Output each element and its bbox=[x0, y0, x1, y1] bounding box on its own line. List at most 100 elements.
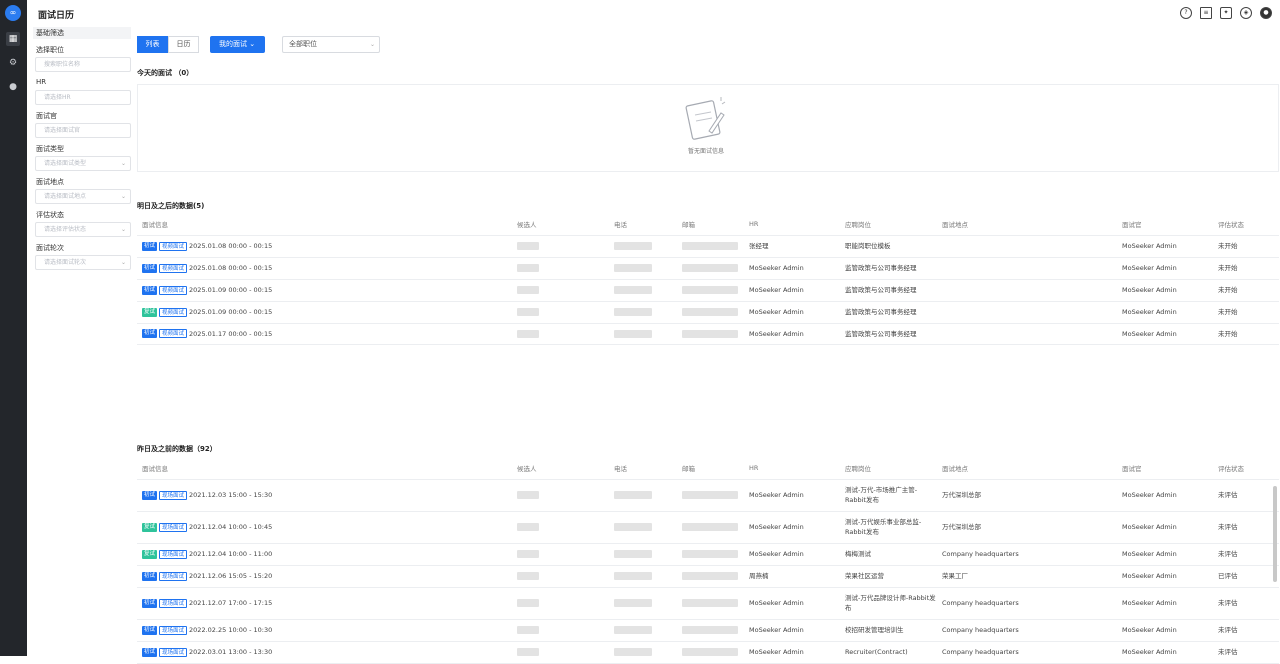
job-cell: 监管政策与公司事务经理 bbox=[840, 323, 937, 345]
filter-select[interactable]: 请选择面试地点 ⌄ bbox=[35, 189, 131, 204]
interview-time: 2025.01.09 00:00 - 00:15 bbox=[189, 308, 273, 316]
filter-input[interactable]: 请选择HR bbox=[35, 90, 131, 105]
table-row[interactable]: 初试 视频面试 2025.01.08 00:00 - 00:15 张经理 职能岗职位模板… bbox=[137, 235, 1279, 258]
location-cell: Company headquarters bbox=[937, 641, 1117, 664]
interviewer-cell: MoSeeker Admin bbox=[1117, 619, 1213, 642]
column-header: 电话 bbox=[609, 458, 677, 480]
tab-calendar-view[interactable]: 日历 bbox=[168, 36, 199, 53]
filter-label: 面试轮次 bbox=[36, 244, 64, 252]
interview-info-cell: 初试 现场面试 2021.12.07 17:00 - 17:15 bbox=[137, 587, 512, 620]
table-row[interactable]: 复试 现场面试 2021.12.04 10:00 - 10:45 MoSeeker A… bbox=[137, 511, 1279, 544]
column-header: 电话 bbox=[609, 214, 677, 236]
logo-icon[interactable]: ∞ bbox=[5, 5, 21, 21]
filter-input[interactable]: 搜索职位名称 bbox=[35, 57, 131, 72]
position-select[interactable]: 全部职位 ⌄ bbox=[282, 36, 380, 53]
table-row[interactable]: 初试 视频面试 2025.01.09 00:00 - 00:15 MoSeeker A… bbox=[137, 279, 1279, 302]
main-content: 列表 日历 我的面试 ⌄ 全部职位 ⌄ 今天的面试 （0） 暂无面试信息 明日及… bbox=[136, 27, 1280, 664]
account-icon[interactable]: ● bbox=[1260, 7, 1272, 19]
hr-cell: MoSeeker Admin bbox=[744, 641, 840, 664]
round-tag: 复试 bbox=[142, 522, 158, 532]
help-icon[interactable]: ? bbox=[1180, 7, 1192, 19]
redacted-candidate bbox=[517, 264, 539, 272]
location-cell: 荣果工厂 bbox=[937, 565, 1117, 588]
interview-info-cell: 初试 现场面试 2021.12.03 15:00 - 15:30 bbox=[137, 479, 512, 512]
column-header: 应聘岗位 bbox=[840, 214, 937, 236]
location-cell bbox=[937, 279, 1117, 302]
table-row[interactable]: 初试 现场面试 2022.03.01 13:00 - 13:30 MoSeeker A… bbox=[137, 641, 1279, 664]
table-row[interactable]: 初试 视频面试 2025.01.17 00:00 - 00:15 MoSeeker A… bbox=[137, 323, 1279, 345]
hr-cell: MoSeeker Admin bbox=[744, 301, 840, 324]
position-select-value: 全部职位 bbox=[289, 40, 317, 48]
redacted-email bbox=[682, 550, 738, 558]
top-bar: 面试日历 ? ≡ ✦ ◈ ● bbox=[27, 0, 1280, 27]
status-cell: 未开始 bbox=[1213, 301, 1279, 324]
document-icon[interactable]: ≡ bbox=[1200, 7, 1212, 19]
location-cell: Company headquarters bbox=[937, 619, 1117, 642]
email-cell bbox=[677, 479, 744, 512]
redacted-phone bbox=[614, 550, 652, 558]
round-tag: 初试 bbox=[142, 241, 158, 251]
filter-label: 评估状态 bbox=[36, 211, 64, 219]
interview-time: 2025.01.08 00:00 - 00:15 bbox=[189, 264, 273, 272]
interview-type-tag: 视频面试 bbox=[159, 263, 188, 273]
redacted-phone bbox=[614, 648, 652, 656]
interviewer-cell: MoSeeker Admin bbox=[1117, 641, 1213, 664]
user-icon[interactable]: ● bbox=[6, 80, 20, 94]
phone-cell bbox=[609, 323, 677, 345]
location-cell bbox=[937, 235, 1117, 258]
interview-info-cell: 初试 现场面试 2021.12.06 15:05 - 15:20 bbox=[137, 565, 512, 588]
status-cell: 未评估 bbox=[1213, 543, 1279, 566]
future-interviews-table: 面试信息 候选人 电话 邮箱 HR 应聘岗位 面试地点 面试官 评估状态 初试 视频面试 2025.0… bbox=[137, 214, 1279, 345]
status-cell: 未评估 bbox=[1213, 479, 1279, 512]
job-cell: Recruiter(Contract) bbox=[840, 641, 937, 664]
interview-time: 2021.12.07 17:00 - 17:15 bbox=[189, 599, 273, 607]
redacted-candidate bbox=[517, 286, 539, 294]
table-row[interactable]: 初试 现场面试 2021.12.03 15:00 - 15:30 MoSeeker A… bbox=[137, 479, 1279, 512]
calendar-icon[interactable]: ▦ bbox=[6, 32, 20, 46]
table-row[interactable]: 复试 视频面试 2025.01.09 00:00 - 00:15 MoSeeker A… bbox=[137, 301, 1279, 324]
interviewer-cell: MoSeeker Admin bbox=[1117, 511, 1213, 544]
filter-select[interactable]: 请选择面试轮次 ⌄ bbox=[35, 255, 131, 270]
scrollbar[interactable] bbox=[1273, 486, 1277, 582]
redacted-phone bbox=[614, 286, 652, 294]
candidate-cell bbox=[512, 323, 609, 345]
table-row[interactable]: 初试 视频面试 2025.01.08 00:00 - 00:15 MoSeeker A… bbox=[137, 257, 1279, 280]
filter-placeholder: 请选择面试官 bbox=[44, 127, 81, 134]
interview-type-tag: 现场面试 bbox=[159, 571, 188, 581]
table-row[interactable]: 初试 现场面试 2021.12.06 15:05 - 15:20 周燕楠 荣果社区运营荣… bbox=[137, 565, 1279, 588]
redacted-email bbox=[682, 523, 738, 531]
status-cell: 已评估 bbox=[1213, 565, 1279, 588]
interview-type-tag: 现场面试 bbox=[159, 522, 188, 532]
interview-time: 2021.12.06 15:05 - 15:20 bbox=[189, 572, 273, 580]
phone-cell bbox=[609, 257, 677, 280]
filter-select[interactable]: 请选择评估状态 ⌄ bbox=[35, 222, 131, 237]
interview-info-cell: 初试 视频面试 2025.01.08 00:00 - 00:15 bbox=[137, 257, 512, 280]
filter-input[interactable]: 请选择面试官 bbox=[35, 123, 131, 138]
my-interviews-dropdown[interactable]: 我的面试 ⌄ bbox=[210, 36, 265, 53]
table-row[interactable]: 初试 现场面试 2022.02.25 10:00 - 10:30 MoSeeker A… bbox=[137, 619, 1279, 642]
redacted-candidate bbox=[517, 523, 539, 531]
round-tag: 复试 bbox=[142, 549, 158, 559]
filter-label: HR bbox=[36, 78, 47, 86]
redacted-email bbox=[682, 572, 738, 580]
interview-type-tag: 现场面试 bbox=[159, 549, 188, 559]
round-tag: 初试 bbox=[142, 598, 158, 608]
table-row[interactable]: 初试 现场面试 2021.12.07 17:00 - 17:15 MoSeeker A… bbox=[137, 587, 1279, 620]
interview-info-cell: 复试 现场面试 2021.12.04 10:00 - 11:00 bbox=[137, 543, 512, 566]
tab-list-view[interactable]: 列表 bbox=[137, 36, 168, 53]
redacted-candidate bbox=[517, 626, 539, 634]
redacted-phone bbox=[614, 264, 652, 272]
interview-type-tag: 视频面试 bbox=[159, 329, 188, 338]
candidate-cell bbox=[512, 257, 609, 280]
filter-placeholder: 请选择HR bbox=[44, 94, 71, 101]
redacted-email bbox=[682, 242, 738, 250]
filter-select[interactable]: 请选择面试类型 ⌄ bbox=[35, 156, 131, 171]
hr-cell: MoSeeker Admin bbox=[744, 279, 840, 302]
email-cell bbox=[677, 511, 744, 544]
compass-icon[interactable]: ◈ bbox=[1240, 7, 1252, 19]
location-cell bbox=[937, 323, 1117, 345]
table-row[interactable]: 复试 现场面试 2021.12.04 10:00 - 11:00 MoSeeker A… bbox=[137, 543, 1279, 566]
puzzle-icon[interactable]: ✦ bbox=[1220, 7, 1232, 19]
redacted-phone bbox=[614, 523, 652, 531]
user-gear-icon[interactable]: ⚙ bbox=[6, 56, 20, 70]
